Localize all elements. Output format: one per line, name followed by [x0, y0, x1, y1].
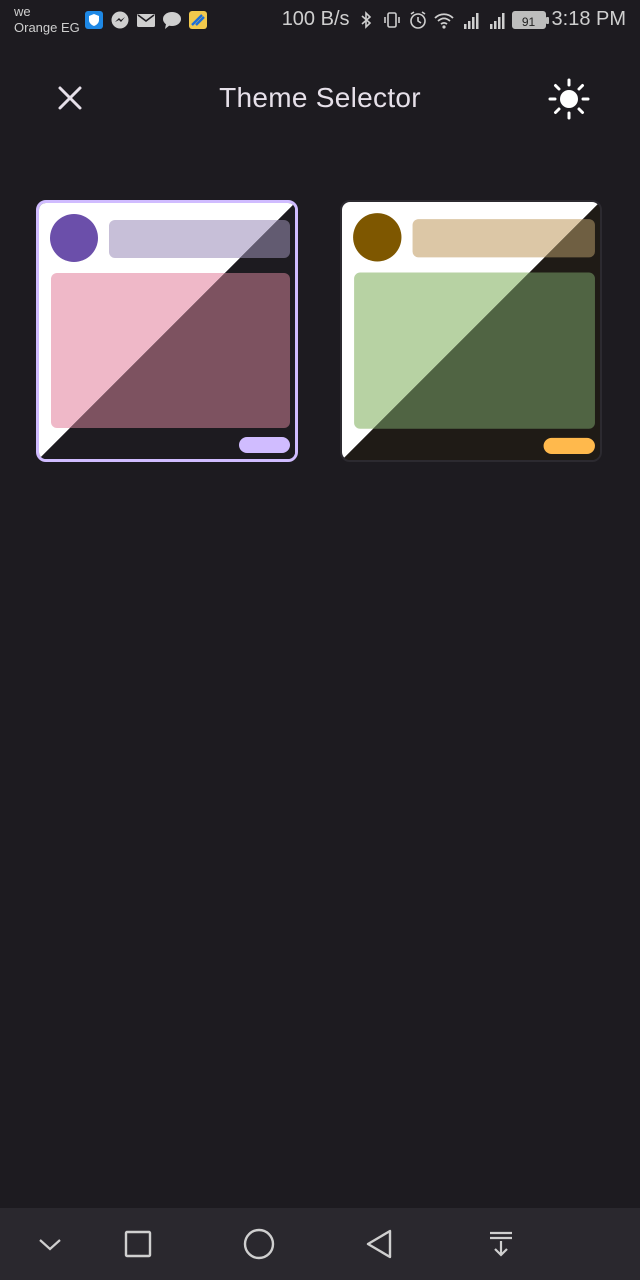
gallery-app-icon: [189, 11, 207, 29]
notification-pull-icon: [490, 1231, 512, 1257]
signal-3g-icon: [489, 12, 505, 29]
status-indicators: 100 B/s 91 3:18 PM: [282, 8, 626, 31]
theme-preview-2: [342, 202, 600, 460]
circle-home-icon: [243, 1228, 275, 1260]
notification-icons: [84, 10, 208, 30]
nav-back-button[interactable]: [358, 1222, 402, 1266]
shield-app-icon: [85, 11, 103, 29]
triangle-back-icon: [366, 1229, 392, 1259]
vibrate-icon: [383, 11, 400, 28]
sun-icon: [548, 78, 590, 120]
messenger-icon: [111, 11, 129, 29]
mail-icon: [137, 14, 155, 27]
carrier-label: we Orange EG: [14, 4, 80, 36]
bluetooth-icon: [360, 10, 371, 29]
signal-4g-icon: [463, 12, 479, 29]
nav-home-button[interactable]: [237, 1222, 281, 1266]
top-app-bar: Theme Selector: [0, 42, 640, 158]
status-bar: we Orange EG 100 B/s 91 3:18 PM: [0, 0, 640, 42]
wifi-icon: [433, 12, 454, 29]
carrier-line-2: Orange EG: [14, 20, 80, 35]
battery-icon: 91: [511, 10, 549, 29]
clock: 3:18 PM: [551, 8, 626, 30]
nav-collapse-button[interactable]: [28, 1222, 72, 1266]
net-speed: 100 B/s: [281, 8, 350, 30]
toggle-dark-mode-button[interactable]: [544, 74, 594, 124]
nav-recents-button[interactable]: [116, 1222, 160, 1266]
theme-option-2[interactable]: [340, 200, 602, 462]
square-recents-icon: [124, 1230, 152, 1258]
alarm-icon: [409, 10, 426, 29]
chat-icon: [163, 12, 181, 29]
theme-option-1[interactable]: [36, 200, 298, 462]
chevron-down-icon: [39, 1239, 61, 1251]
system-nav-bar: [0, 1208, 640, 1280]
carrier-line-1: we: [14, 4, 31, 19]
theme-preview-1: [39, 203, 295, 459]
nav-notifications-button[interactable]: [479, 1222, 523, 1266]
